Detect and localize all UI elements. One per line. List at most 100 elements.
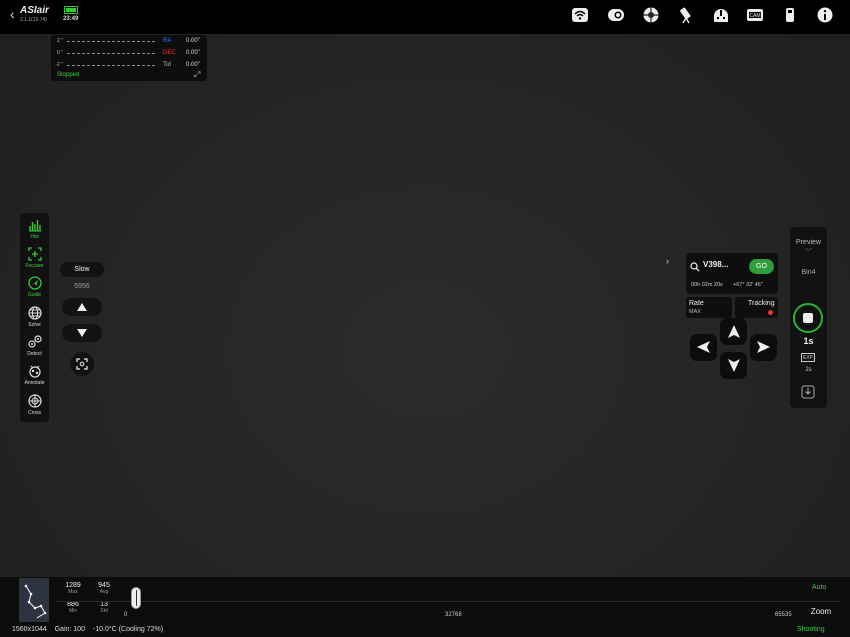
dec-value: 0.00": [186, 50, 200, 56]
target-time: 00h 02m 20s: [691, 282, 723, 288]
histogram-black-point-handle[interactable]: [131, 587, 141, 609]
guide-graph[interactable]: 2 " RA 0.00" 0 " DEC 0.00" -2 " Tot 0.00…: [51, 35, 207, 81]
histogram-track[interactable]: [56, 577, 840, 602]
stat-label: Std: [100, 608, 108, 614]
goto-target-card: V398... GO 00h 02m 20s +67° 32' 46": [686, 253, 778, 294]
tool-label: Annotate: [24, 380, 45, 386]
clock: 23:49: [63, 16, 79, 22]
tool-detect[interactable]: Detect: [20, 335, 49, 357]
stat-label: Min: [68, 608, 78, 614]
tot-label: Tot: [163, 62, 172, 68]
app-logo: ASIair: [20, 5, 49, 16]
target-dec: +67° 32' 46": [733, 282, 763, 288]
status-line: 1560x1044 Gain: 100 -10.0°C (Cooling 72%…: [12, 626, 169, 633]
guide-axis-tick: -2 ": [55, 62, 63, 68]
tracking-status-dot: [768, 310, 773, 315]
shooting-status: Shooting: [797, 626, 825, 633]
guide-icon: [27, 276, 42, 290]
mount-north-button[interactable]: [720, 318, 747, 345]
annotate-icon: [28, 365, 41, 378]
resolution-text: 1560x1044: [12, 626, 47, 633]
tot-value: 0.00": [186, 62, 200, 68]
focus-in-button[interactable]: [62, 298, 102, 316]
detect-icon: [27, 335, 42, 348]
focus-out-button[interactable]: [62, 324, 102, 342]
constellation-thumbnail[interactable]: [19, 578, 49, 622]
tool-annotate[interactable]: Annotate: [20, 364, 49, 386]
search-icon[interactable]: [690, 259, 700, 277]
mode-selector[interactable]: Preview: [790, 239, 827, 246]
wifi-icon[interactable]: [571, 6, 589, 24]
rate-selector[interactable]: Rate MAX: [686, 297, 732, 318]
tracking-label: Tracking: [748, 300, 775, 307]
tool-guide[interactable]: Guide: [20, 276, 49, 298]
go-button[interactable]: GO: [749, 259, 774, 274]
exposure-value[interactable]: 1s: [790, 336, 827, 346]
telescope-icon[interactable]: [678, 6, 696, 24]
target-name[interactable]: V398...: [703, 260, 728, 269]
guide-row-ra: 2 " RA 0.00": [53, 37, 207, 47]
histogram-icon: [28, 220, 41, 232]
tool-hist[interactable]: Hist: [20, 218, 49, 240]
mount-icon[interactable]: [607, 6, 625, 24]
tool-label: Hist: [30, 234, 39, 240]
exp-interval[interactable]: 2s: [790, 367, 827, 373]
tool-label: Focuser: [25, 263, 44, 269]
tool-label: Guide: [27, 292, 42, 298]
stat-value: 13: [100, 601, 108, 608]
camera-icon[interactable]: CAM: [746, 6, 764, 24]
triangle-up-icon: [77, 303, 87, 311]
histogram-divider: [56, 601, 840, 602]
bin-selector[interactable]: Bin4: [790, 269, 827, 276]
tracking-toggle[interactable]: Tracking: [735, 297, 778, 318]
observatory-icon[interactable]: [712, 6, 730, 24]
app-version: 2.1.1(10.74): [20, 17, 47, 23]
filter-wheel-icon[interactable]: [642, 6, 660, 24]
guide-axis-tick: 2 ": [57, 38, 63, 44]
top-bar: ‹ ASIair 2.1.1(10.74) 23:49 CAM: [0, 0, 850, 34]
tool-label: Solve: [28, 322, 41, 328]
arrow-right-icon: [757, 341, 770, 353]
arrow-up-icon: [727, 325, 740, 338]
histogram-scale-max: 65535: [775, 612, 792, 618]
download-icon[interactable]: [801, 385, 815, 404]
guide-row-dec: 0 " DEC 0.00": [53, 49, 207, 59]
chevron-right-icon[interactable]: ›: [666, 256, 669, 266]
chevron-down-icon[interactable]: ﹀: [790, 247, 827, 257]
guide-status: Stopped: [57, 72, 80, 78]
ra-value: 0.00": [186, 38, 200, 44]
mount-east-button[interactable]: [750, 334, 777, 361]
histogram-bar: 1289 Max 945 Avg 886 Min 13 Std 0 32768 …: [0, 577, 850, 637]
focus-position: 5956: [74, 283, 90, 290]
focus-speed-button[interactable]: Slow: [60, 262, 104, 277]
battery-icon: [64, 6, 78, 14]
shutter-stop-button[interactable]: [793, 303, 823, 333]
histogram-scale-min: 0: [124, 612, 128, 618]
tool-focuser[interactable]: Focuser: [20, 247, 49, 269]
zoom-button[interactable]: Zoom: [806, 605, 836, 618]
mount-west-button[interactable]: [690, 334, 717, 361]
histogram-scale-mid: 32768: [445, 612, 462, 618]
exp-icon[interactable]: EXP: [801, 353, 815, 362]
auto-stretch-button[interactable]: Auto: [812, 584, 826, 591]
stat-std: 13 Std: [89, 601, 119, 614]
tool-solve[interactable]: Solve: [20, 306, 49, 328]
crosshair-icon: [27, 394, 42, 408]
arrow-down-icon: [727, 359, 740, 372]
storage-icon[interactable]: [781, 6, 799, 24]
tool-label: Detect: [27, 351, 42, 357]
autofocus-button[interactable]: [70, 352, 94, 376]
ra-label: RA: [163, 38, 172, 44]
back-icon[interactable]: ‹: [10, 7, 15, 21]
autofocus-icon: [76, 358, 88, 370]
guide-axis-tick: 0 ": [57, 50, 63, 56]
expand-icon[interactable]: ⤢: [194, 70, 200, 80]
tool-cross[interactable]: Cross: [20, 394, 49, 416]
solve-icon: [27, 306, 42, 320]
mount-south-button[interactable]: [720, 352, 747, 379]
stat-min: 886 Min: [58, 601, 88, 614]
info-icon[interactable]: [816, 6, 834, 24]
temperature-text: -10.0°C (Cooling 72%): [92, 626, 164, 633]
left-tool-panel: Hist Focuser Guide Solve Detect Annotate…: [20, 213, 49, 422]
gain-text: Gain: 100: [54, 626, 85, 633]
